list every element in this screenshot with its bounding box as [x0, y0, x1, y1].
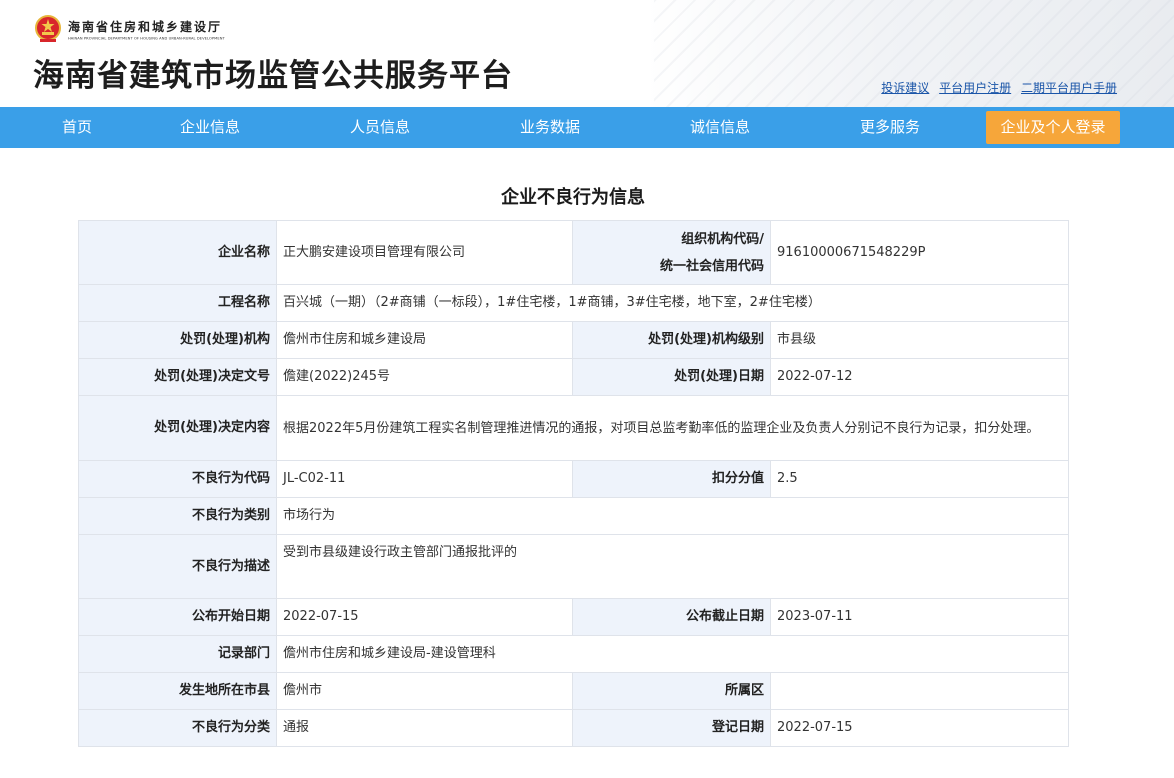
classification-value: 通报 [276, 709, 573, 747]
nav-credit-info[interactable]: 诚信信息 [690, 107, 750, 148]
field-label: 处罚(处理)机构 [78, 321, 277, 359]
field-label: 不良行为描述 [78, 534, 277, 599]
site-header: 海南省住房和城乡建设厅 HAINAN PROVINCIAL DEPARTMENT… [0, 0, 1174, 107]
authority-value: 儋州市住房和城乡建设局 [276, 321, 573, 359]
org-code-label-line2: 统一社会信用代码 [659, 258, 764, 274]
district-value [770, 672, 1069, 710]
field-label: 处罚(处理)决定文号 [78, 358, 277, 396]
register-date-value: 2022-07-15 [770, 709, 1069, 747]
table-row: 处罚(处理)机构 儋州市住房和城乡建设局 处罚(处理)机构级别 市县级 [78, 321, 1069, 359]
department-name-en: HAINAN PROVINCIAL DEPARTMENT OF HOUSING … [68, 36, 225, 41]
field-label: 公布开始日期 [78, 598, 277, 636]
city-value: 儋州市 [276, 672, 573, 710]
top-links: 投诉建议 平台用户注册 二期平台用户手册 [875, 79, 1117, 96]
table-row: 不良行为分类 通报 登记日期 2022-07-15 [78, 709, 1069, 747]
nav-personnel-info[interactable]: 人员信息 [350, 107, 410, 148]
publish-end-value: 2023-07-11 [770, 598, 1069, 636]
record-dept-value: 儋州市住房和城乡建设局-建设管理科 [276, 635, 1069, 673]
field-label: 处罚(处理)日期 [572, 358, 771, 396]
field-label: 处罚(处理)决定内容 [78, 395, 277, 461]
nav-more-services[interactable]: 更多服务 [860, 107, 920, 148]
field-label: 所属区 [572, 672, 771, 710]
nav-business-data[interactable]: 业务数据 [520, 107, 580, 148]
page-title: 企业不良行为信息 [501, 187, 645, 208]
table-row: 不良行为描述 受到市县级建设行政主管部门通报批评的 [78, 534, 1069, 599]
company-name-value: 正大鹏安建设项目管理有限公司 [276, 220, 573, 285]
department-name: 海南省住房和城乡建设厅 [68, 20, 223, 34]
field-label: 记录部门 [78, 635, 277, 673]
field-label: 发生地所在市县 [78, 672, 277, 710]
table-row: 不良行为代码 JL-C02-11 扣分分值 2.5 [78, 460, 1069, 498]
behavior-desc-value: 受到市县级建设行政主管部门通报批评的 [276, 534, 1069, 599]
table-row: 处罚(处理)决定内容 根据2022年5月份建筑工程实名制管理推进情况的通报，对项… [78, 395, 1069, 461]
table-row: 公布开始日期 2022-07-15 公布截止日期 2023-07-11 [78, 598, 1069, 636]
table-row: 发生地所在市县 儋州市 所属区 [78, 672, 1069, 710]
record-table: 企业名称 正大鹏安建设项目管理有限公司 组织机构代码/ 统一社会信用代码 916… [78, 220, 1069, 747]
manual-link[interactable]: 二期平台用户手册 [1021, 81, 1117, 95]
decision-date-value: 2022-07-12 [770, 358, 1069, 396]
project-name-value: 百兴城（一期）（2#商铺（一标段），1#住宅楼，1#商铺，3#住宅楼，地下室，2… [276, 284, 1069, 322]
table-row: 不良行为类别 市场行为 [78, 497, 1069, 535]
field-label: 工程名称 [78, 284, 277, 322]
field-label: 组织机构代码/ 统一社会信用代码 [572, 220, 771, 285]
field-label: 公布截止日期 [572, 598, 771, 636]
register-link[interactable]: 平台用户注册 [939, 81, 1011, 95]
field-label: 登记日期 [572, 709, 771, 747]
authority-level-value: 市县级 [770, 321, 1069, 359]
login-button[interactable]: 企业及个人登录 [986, 111, 1120, 144]
field-label: 扣分分值 [572, 460, 771, 498]
field-label: 不良行为代码 [78, 460, 277, 498]
nav-home[interactable]: 首页 [62, 107, 92, 148]
platform-title: 海南省建筑市场监管公共服务平台 [33, 58, 513, 94]
doc-no-value: 儋建(2022)245号 [276, 358, 573, 396]
main-nav: 首页 企业信息 人员信息 业务数据 诚信信息 更多服务 企业及个人登录 [0, 107, 1174, 148]
org-code-value: 91610000671548229P [770, 220, 1069, 285]
nav-enterprise-info[interactable]: 企业信息 [180, 107, 240, 148]
field-label: 不良行为分类 [78, 709, 277, 747]
behavior-category-value: 市场行为 [276, 497, 1069, 535]
table-row: 记录部门 儋州市住房和城乡建设局-建设管理科 [78, 635, 1069, 673]
behavior-code-value: JL-C02-11 [276, 460, 573, 498]
field-label: 不良行为类别 [78, 497, 277, 535]
field-label: 企业名称 [78, 220, 277, 285]
table-row: 工程名称 百兴城（一期）（2#商铺（一标段），1#住宅楼，1#商铺，3#住宅楼，… [78, 284, 1069, 322]
table-row: 处罚(处理)决定文号 儋建(2022)245号 处罚(处理)日期 2022-07… [78, 358, 1069, 396]
national-emblem-icon [35, 15, 61, 42]
complaint-link[interactable]: 投诉建议 [881, 81, 929, 95]
decision-content-value: 根据2022年5月份建筑工程实名制管理推进情况的通报，对项目总监考勤率低的监理企… [276, 395, 1069, 461]
field-label: 处罚(处理)机构级别 [572, 321, 771, 359]
table-row: 企业名称 正大鹏安建设项目管理有限公司 组织机构代码/ 统一社会信用代码 916… [78, 220, 1069, 285]
org-code-label-line1: 组织机构代码/ [681, 231, 764, 247]
publish-start-value: 2022-07-15 [276, 598, 573, 636]
deduction-value: 2.5 [770, 460, 1069, 498]
